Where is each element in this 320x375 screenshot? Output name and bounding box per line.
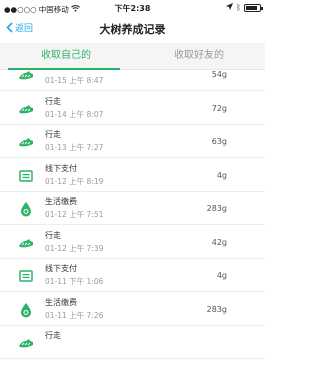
record-time: 01-11 下午 1:06 <box>45 277 104 286</box>
record-amount: 63g <box>211 137 227 146</box>
location-icon <box>226 3 234 12</box>
status-bar: ●●○○○ 中国移动 下午2:38 ᛒ <box>0 0 265 17</box>
record-row[interactable]: 01-15 上午 8:47 54g <box>0 70 265 91</box>
record-title: 行走 <box>45 331 61 340</box>
payment-icon <box>18 268 34 284</box>
record-row[interactable]: 生活缴费 01-12 上午 7:51 283g <box>0 192 265 225</box>
record-time: 01-12 上午 7:51 <box>45 210 104 219</box>
record-time: 01-12 上午 7:39 <box>45 243 104 253</box>
record-amount: 283g <box>206 304 227 314</box>
page-title: 大树养成记录 <box>99 23 166 36</box>
tab-mine[interactable]: 收取自己的 <box>0 43 132 70</box>
payment-icon <box>18 168 34 184</box>
record-time: 01-15 上午 8:47 <box>45 76 104 85</box>
walk-icon <box>18 101 34 117</box>
record-row[interactable]: 线下支付 01-11 下午 1:06 4g <box>0 259 265 292</box>
record-amount: 283g <box>206 204 227 213</box>
record-amount: 72g <box>211 103 227 113</box>
record-title: 线下支付 <box>45 264 77 273</box>
record-title: 生活缴费 <box>45 197 77 206</box>
record-time: 01-12 上午 8:19 <box>45 176 104 186</box>
record-amount: 4g <box>216 271 227 280</box>
record-row[interactable]: 生活缴费 01-11 上午 7:26 283g <box>0 293 265 326</box>
record-amount: 54g <box>211 70 227 79</box>
nav-bar: 返回 大树养成记录 <box>0 17 265 41</box>
tab-bar: 收取自己的 收取好友的 <box>0 43 265 70</box>
tab-friends[interactable]: 收取好友的 <box>133 43 265 70</box>
battery-level <box>246 5 258 10</box>
walk-icon <box>18 235 34 251</box>
utility-icon <box>18 201 34 217</box>
record-title: 行走 <box>45 130 61 139</box>
record-row[interactable]: 线下支付 01-12 上午 8:19 4g <box>0 159 265 192</box>
record-time: 01-14 上午 8:07 <box>45 109 104 119</box>
walk-icon <box>18 70 34 83</box>
record-row[interactable]: 行走 01-14 上午 8:07 72g <box>0 92 265 125</box>
record-amount: 42g <box>211 237 227 247</box>
record-list[interactable]: 01-15 上午 8:47 54g 行走 01-14 上午 8:07 72g 行走 01-1… <box>0 70 265 375</box>
status-right: ᛒ <box>226 3 263 12</box>
record-row[interactable]: 行走 01-13 上午 7:27 63g <box>0 125 265 158</box>
record-time: 01-11 上午 7:26 <box>45 310 104 320</box>
record-title: 线下支付 <box>45 163 77 173</box>
record-row[interactable]: 行走 01-12 上午 7:39 42g <box>0 226 265 259</box>
battery-icon <box>244 3 263 12</box>
record-title: 生活缴费 <box>45 297 77 307</box>
walk-icon <box>18 335 34 351</box>
walk-icon <box>18 134 34 150</box>
record-title: 行走 <box>45 230 61 240</box>
record-time: 01-13 上午 7:27 <box>45 143 104 152</box>
record-row[interactable]: 行走 <box>0 326 265 359</box>
bluetooth-icon: ᛒ <box>236 3 241 12</box>
record-title: 行走 <box>45 96 61 106</box>
record-amount: 4g <box>216 170 227 180</box>
utility-icon <box>18 302 34 318</box>
